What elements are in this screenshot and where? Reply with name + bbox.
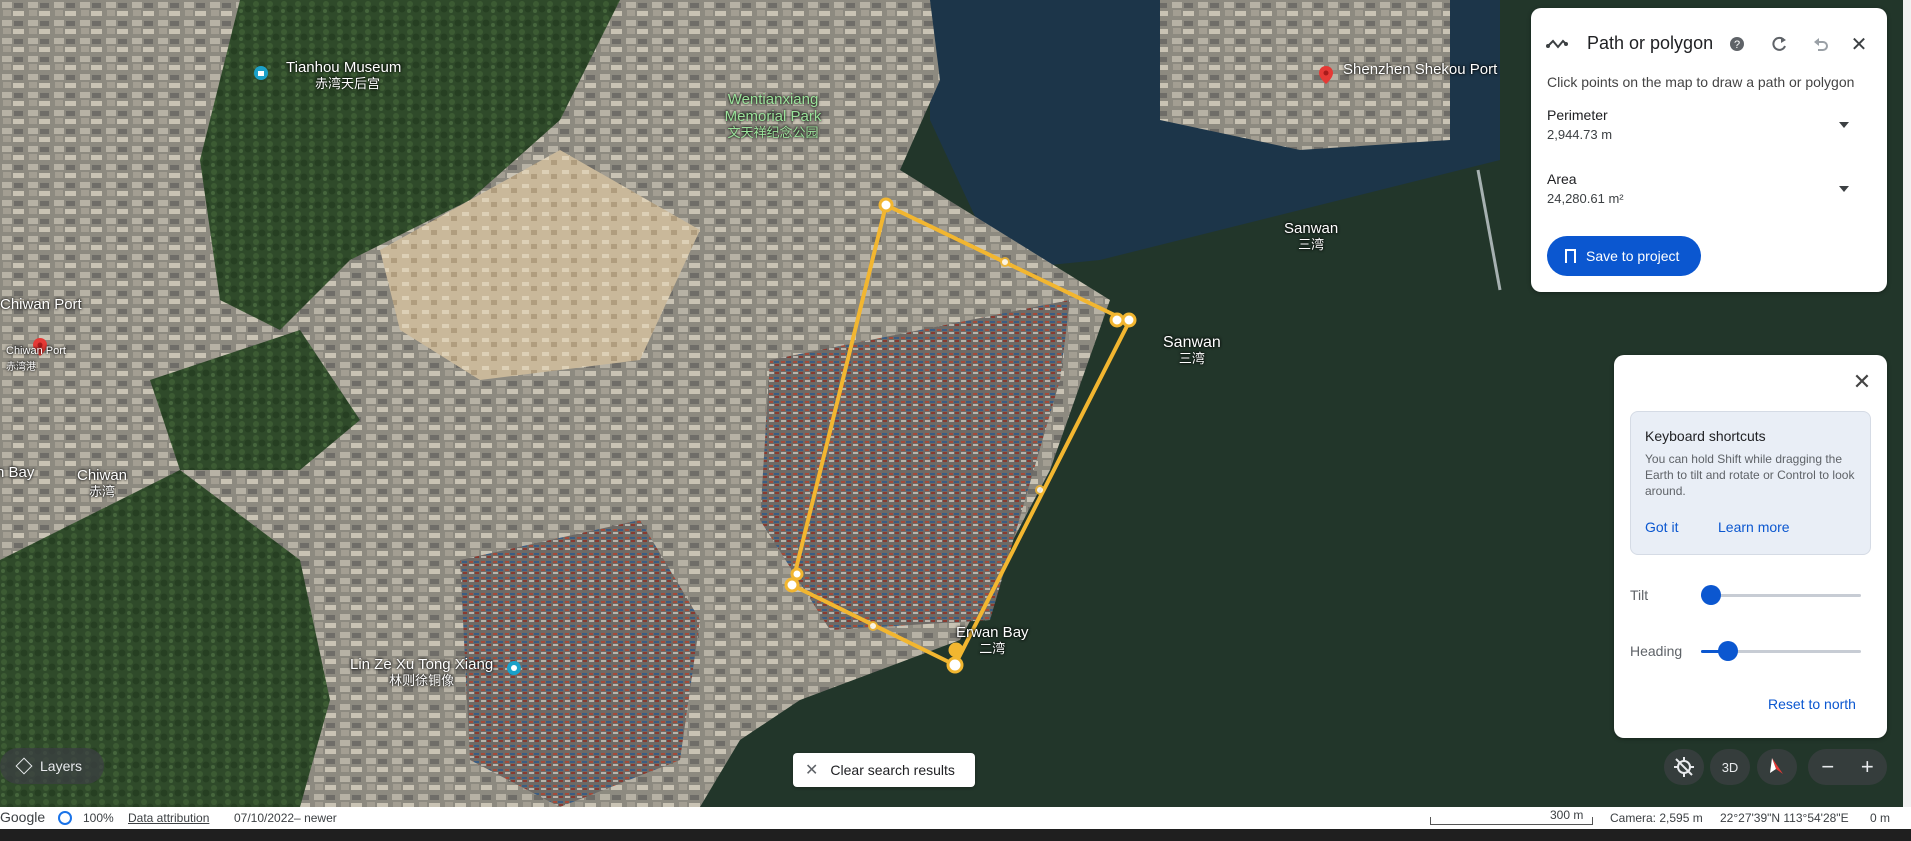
panel-title: Path or polygon [1587, 33, 1714, 53]
location-off-button[interactable] [1664, 749, 1704, 785]
right-edge-strip [1903, 0, 1911, 807]
location-off-icon [1674, 757, 1694, 777]
area-dropdown-icon[interactable] [1839, 186, 1849, 192]
status-bar: Google 100% Data attribution 07/10/2022–… [0, 807, 1911, 829]
label-wentianxiang[interactable]: Wentianxiang Memorial Park 文天祥纪念公园 [718, 91, 828, 140]
perimeter-value: 2,944.73 m [1547, 127, 1613, 142]
compass-icon [1770, 758, 1783, 774]
data-attribution-link[interactable]: Data attribution [128, 811, 209, 825]
bookmark-icon [1565, 249, 1576, 267]
elevation: 0 m [1870, 811, 1891, 825]
panel-description: Click points on the map to draw a path o… [1547, 74, 1855, 90]
path-polygon-panel: Path or polygon ? ✕ Click points on the … [1531, 8, 1887, 292]
google-brand: Google [0, 809, 46, 825]
area-block[interactable]: Area 24,280.61 m² [1547, 171, 1624, 206]
close-icon[interactable]: ✕ [1847, 32, 1871, 56]
perimeter-label: Perimeter [1547, 107, 1608, 123]
layers-button[interactable]: Layers [0, 748, 104, 784]
tilt-slider-knob[interactable] [1701, 585, 1721, 605]
zoom-percent: 100% [83, 811, 114, 825]
tilt-label: Tilt [1630, 587, 1649, 603]
camera-panel: ✕ Keyboard shortcuts You can hold Shift … [1614, 355, 1887, 738]
perimeter-dropdown-icon[interactable] [1839, 122, 1849, 128]
got-it-button[interactable]: Got it [1645, 519, 1678, 535]
undo-icon[interactable] [1809, 32, 1833, 56]
three-d-button[interactable]: 3D [1710, 749, 1750, 785]
shortcuts-title: Keyboard shortcuts [1645, 428, 1766, 444]
keyboard-shortcuts-card: Keyboard shortcuts You can hold Shift wh… [1630, 411, 1871, 555]
zoom-controls: − + [1808, 749, 1887, 785]
coordinates: 22°27'39"N 113°54'28"E [1720, 811, 1849, 825]
label-sanwan-1[interactable]: Sanwan 三湾 [1284, 220, 1338, 252]
layers-icon [15, 757, 33, 775]
path-icon [1545, 32, 1569, 56]
heading-slider-knob[interactable] [1717, 641, 1738, 661]
label-bay[interactable]: n Bay [0, 464, 34, 481]
label-chiwan-port-small[interactable]: Chiwan Port 赤湾港 [6, 343, 66, 375]
label-chiwan[interactable]: Chiwan 赤湾 [77, 467, 127, 499]
compass-button[interactable] [1757, 749, 1797, 785]
tilt-slider[interactable] [1701, 585, 1861, 605]
perimeter-block[interactable]: Perimeter 2,944.73 m [1547, 107, 1612, 142]
scale-label: 300 m [1550, 808, 1584, 822]
area-value: 24,280.61 m² [1547, 191, 1624, 206]
heading-slider[interactable] [1701, 641, 1861, 661]
heading-label: Heading [1630, 643, 1683, 659]
museum-pin-icon[interactable] [254, 66, 268, 80]
clear-search-results-button[interactable]: ✕ Clear search results [793, 753, 975, 787]
zoom-out-button[interactable]: − [1821, 754, 1834, 780]
reset-to-north-link[interactable]: Reset to north [1768, 696, 1856, 712]
label-tianhou-museum[interactable]: Tianhou Museum 赤湾天后宫 [286, 59, 401, 91]
imagery-date: 07/10/2022– newer [234, 811, 337, 825]
label-shekou-port[interactable]: Shenzhen Shekou Port [1343, 61, 1497, 78]
label-sanwan-2[interactable]: Sanwan 三湾 [1163, 334, 1221, 366]
label-erwan-bay[interactable]: Erwan Bay 二湾 [956, 624, 1029, 656]
camera-altitude: Camera: 2,595 m [1610, 811, 1703, 825]
refresh-icon[interactable] [1767, 32, 1791, 56]
label-chiwan-port[interactable]: Chiwan Port [0, 296, 82, 313]
help-icon[interactable]: ? [1725, 32, 1749, 56]
learn-more-link[interactable]: Learn more [1718, 519, 1790, 535]
port-pin-icon[interactable] [1319, 66, 1333, 84]
label-lin-ze-xu[interactable]: Lin Ze Xu Tong Xiang 林则徐铜像 [350, 656, 493, 688]
close-icon: ✕ [805, 762, 819, 779]
svg-text:?: ? [1734, 39, 1740, 51]
loading-ring-icon [58, 811, 72, 825]
zoom-in-button[interactable]: + [1861, 754, 1874, 780]
close-icon[interactable]: ✕ [1851, 371, 1873, 393]
shortcuts-text: You can hold Shift while dragging the Ea… [1645, 452, 1855, 498]
area-label: Area [1547, 171, 1577, 187]
save-to-project-button[interactable]: Save to project [1547, 236, 1701, 276]
taskbar-strip [0, 829, 1911, 841]
statue-pin-icon[interactable] [507, 661, 521, 675]
